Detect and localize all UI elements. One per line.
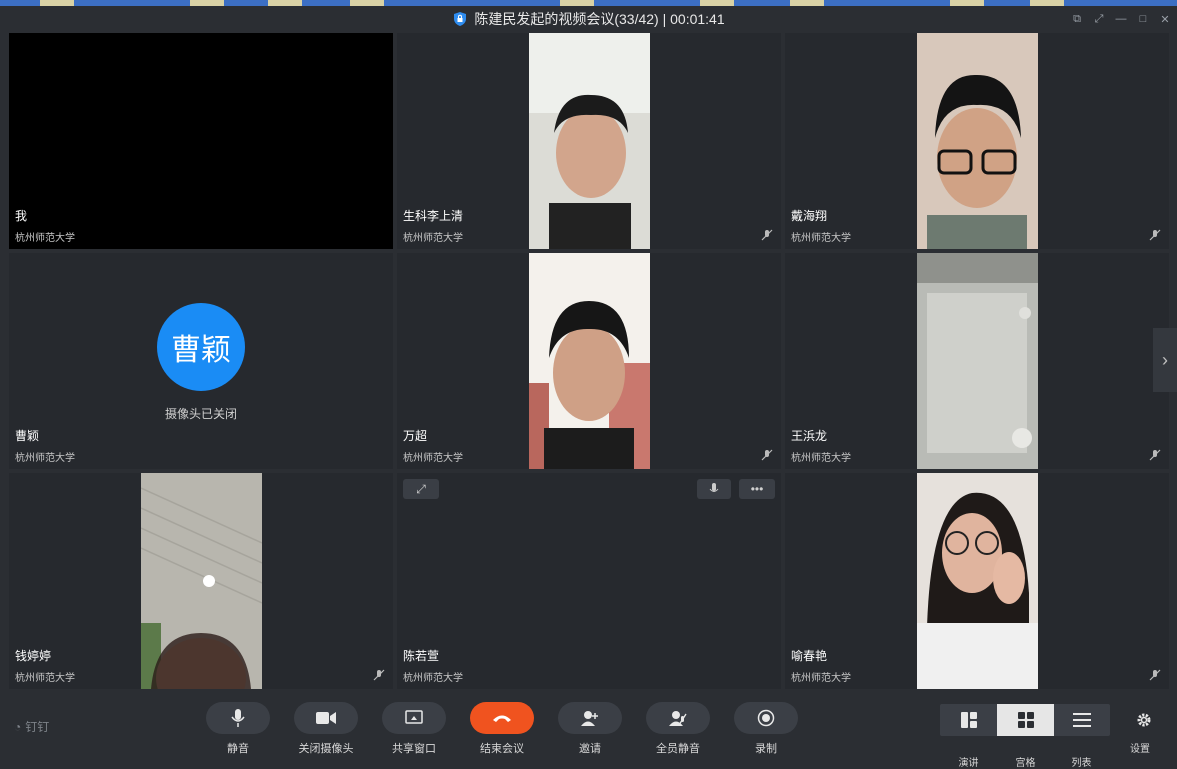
avatar: 曹颖 <box>157 303 245 391</box>
maximize-icon[interactable]: □ <box>1137 13 1149 25</box>
expand-button[interactable]: ⤢ <box>403 479 439 499</box>
video-tile[interactable]: 戴海翔 杭州师范大学 <box>785 33 1169 249</box>
share-window-label: 共享窗口 <box>392 743 436 755</box>
camera-off-status: 摄像头已关闭 <box>164 407 237 421</box>
muted-mic-icon <box>1149 669 1161 681</box>
camera-off-button[interactable]: 关闭摄像头 <box>294 702 358 756</box>
video-feed <box>917 473 1038 689</box>
video-tile[interactable]: 万超 杭州师范大学 <box>397 253 781 469</box>
participant-name: 生科李上清 <box>403 209 464 223</box>
brand: ◔ 钉钉 <box>14 718 49 735</box>
grid-layout-icon <box>1017 712 1034 728</box>
popout-icon[interactable]: ⧉ <box>1071 13 1083 26</box>
mute-button[interactable]: 静音 <box>206 702 270 756</box>
participant-org: 杭州师范大学 <box>403 453 463 464</box>
window-title: 陈建民发起的视频会议(33/42) | 00:01:41 <box>474 11 725 27</box>
video-tile-self[interactable]: 我 杭州师范大学 <box>9 33 393 249</box>
mute-all-icon <box>669 711 687 726</box>
close-icon[interactable]: ✕ <box>1159 13 1171 26</box>
hangup-icon <box>493 715 511 722</box>
participant-name: 陈若萱 <box>403 649 440 663</box>
participant-org: 杭州师范大学 <box>403 673 463 684</box>
mute-all-label: 全员静音 <box>656 743 700 755</box>
video-feed <box>141 473 262 689</box>
muted-mic-icon <box>1149 449 1161 461</box>
participant-org: 杭州师范大学 <box>15 453 75 464</box>
video-tile[interactable]: 钱婷婷 杭州师范大学 <box>9 473 393 689</box>
video-tile[interactable]: 曹颖 摄像头已关闭 曹颖 杭州师范大学 <box>9 253 393 469</box>
video-tile[interactable]: ⤢ ••• 陈若萱 杭州师范大学 <box>397 473 781 689</box>
muted-mic-icon <box>761 449 773 461</box>
participant-org: 杭州师范大学 <box>791 233 851 244</box>
muted-mic-icon <box>1149 229 1161 241</box>
list-view-button[interactable] <box>1053 704 1110 736</box>
layout-switcher: 演讲 宫格 列表 <box>940 704 1110 769</box>
next-page-button[interactable]: › <box>1153 328 1177 392</box>
share-window-button[interactable]: 共享窗口 <box>382 702 446 756</box>
chevron-right-icon: › <box>1162 349 1168 370</box>
video-tile[interactable]: 生科李上清 杭州师范大学 <box>397 33 781 249</box>
participant-org: 杭州师范大学 <box>791 673 851 684</box>
grid-view-label: 宫格 <box>1015 758 1036 769</box>
muted-mic-icon <box>761 229 773 241</box>
muted-mic-icon <box>373 669 385 681</box>
bottom-toolbar: ◔ 钉钉 静音 关闭摄像头 共享窗口 结束会议 邀请 全员静音 录制 演讲 宫格… <box>0 690 1177 769</box>
brand-name: 钉钉 <box>25 720 50 734</box>
mute-label: 静音 <box>227 743 249 755</box>
add-user-icon <box>581 711 598 726</box>
end-meeting-label: 结束会议 <box>480 743 524 755</box>
title-bar: 陈建民发起的视频会议(33/42) | 00:01:41 ⧉ ⤢ — □ ✕ <box>0 6 1177 32</box>
record-button[interactable]: 录制 <box>734 702 798 756</box>
microphone-icon <box>709 483 719 492</box>
share-screen-icon <box>405 710 423 724</box>
video-grid: 我 杭州师范大学 生科李上清 杭州师范大学 戴海翔 杭州师范大学 曹颖 摄像头已… <box>9 33 1169 689</box>
more-icon: ••• <box>750 482 764 496</box>
video-feed <box>529 33 650 249</box>
mute-all-button[interactable]: 全员静音 <box>646 702 710 756</box>
participant-name: 我 <box>15 209 28 223</box>
dingtalk-logo-icon: ◔ <box>14 719 22 734</box>
record-icon <box>757 709 775 727</box>
video-feed <box>529 253 650 469</box>
speaker-layout-icon <box>960 712 977 728</box>
video-tile[interactable]: 王浜龙 杭州师范大学 <box>785 253 1169 469</box>
video-tile[interactable]: 喻春艳 杭州师范大学 <box>785 473 1169 689</box>
participant-name: 钱婷婷 <box>15 649 52 663</box>
fullscreen-icon[interactable]: ⤢ <box>1093 13 1105 26</box>
shield-lock-icon <box>454 12 467 26</box>
speaker-view-label: 演讲 <box>958 758 979 769</box>
gear-icon <box>1137 713 1151 727</box>
invite-button[interactable]: 邀请 <box>558 702 622 756</box>
participant-name: 曹颖 <box>15 429 40 443</box>
video-feed <box>917 253 1038 469</box>
list-layout-icon <box>1072 713 1091 727</box>
participant-name: 戴海翔 <box>791 209 828 223</box>
microphone-icon <box>231 709 245 727</box>
speaker-view-button[interactable] <box>940 704 997 736</box>
grid-view-button[interactable] <box>997 704 1054 736</box>
expand-icon: ⤢ <box>416 481 426 496</box>
participant-name: 喻春艳 <box>791 649 828 663</box>
settings-button[interactable] <box>1132 712 1156 733</box>
participant-org: 杭州师范大学 <box>15 673 75 684</box>
list-view-label: 列表 <box>1071 758 1092 769</box>
mic-button[interactable] <box>697 479 731 499</box>
invite-label: 邀请 <box>579 743 601 755</box>
camera-icon <box>316 712 336 724</box>
record-label: 录制 <box>755 743 777 755</box>
participant-org: 杭州师范大学 <box>15 233 75 244</box>
camera-off-label: 关闭摄像头 <box>298 743 354 755</box>
more-button[interactable]: ••• <box>739 479 775 499</box>
minimize-icon[interactable]: — <box>1115 13 1127 25</box>
video-feed <box>917 33 1038 249</box>
end-meeting-button[interactable]: 结束会议 <box>470 702 534 756</box>
participant-org: 杭州师范大学 <box>791 453 851 464</box>
participant-name: 王浜龙 <box>791 429 828 443</box>
participant-org: 杭州师范大学 <box>403 233 463 244</box>
settings-label: 设置 <box>1130 744 1150 755</box>
participant-name: 万超 <box>403 429 428 443</box>
